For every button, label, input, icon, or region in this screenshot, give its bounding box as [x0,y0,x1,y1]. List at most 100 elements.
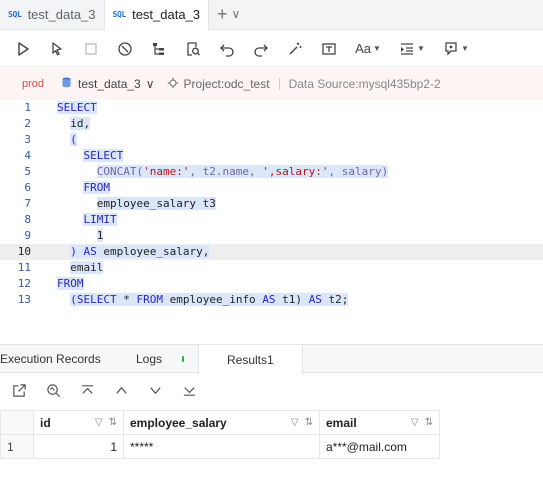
cell-id[interactable]: 1 [33,434,124,459]
cell-employee-salary[interactable]: ***** [123,434,320,459]
sort-icon[interactable]: ⇅ [109,417,117,428]
code-line[interactable]: 8 LIMIT [0,212,543,228]
line-number: 9 [24,229,31,242]
snippet-icon[interactable]: ▼ [438,36,474,62]
filter-icon[interactable]: ▽ [411,417,419,428]
tab-list-chevron-icon[interactable]: ∨ [232,7,241,21]
column-label: email [326,415,357,430]
font-size-icon[interactable]: Aa ▼ [350,36,386,62]
code-line[interactable]: 5 CONCAT('name:', t2.name, ',salary:', sa… [0,164,543,180]
tab-label: Results1 [227,352,274,367]
run-icon[interactable] [10,36,36,62]
editor-tab-bar: SQL test_data_3 SQL test_data_3 + ∨ [0,0,543,30]
table-row[interactable]: 1 1 ***** a***@mail.com [0,434,440,459]
column-label: id [40,415,51,430]
previous-row-icon[interactable] [112,381,130,399]
code-text: email [70,261,104,274]
column-label: employee_salary [130,415,227,430]
sql-editor[interactable]: 1 SELECT 2 id, 3(4 SELECT 5 CONCAT('name:', t2.… [0,100,543,344]
line-number: 6 [24,181,31,194]
tab-test-data-3-active[interactable]: SQL test_data_3 [104,0,210,30]
column-header-employee-salary[interactable]: employee_salary ▽ ⇅ [123,410,320,435]
environment-label: prod [22,78,45,90]
code-line[interactable]: 7 employee_salary t3 [0,196,543,212]
code-line[interactable]: 2 id, [0,116,543,132]
next-row-icon[interactable] [146,381,164,399]
code-line[interactable]: 10 ) AS employee_salary, [0,244,543,260]
sql-file-icon: SQL [112,10,127,19]
first-row-icon[interactable] [78,381,96,399]
last-row-icon[interactable] [180,381,198,399]
code-line[interactable]: 6 FROM [0,180,543,196]
line-number: 2 [24,117,31,130]
dropdown-caret-icon: ▼ [417,44,425,53]
code-text: (SELECT * FROM employee_info AS t1) AS t… [70,293,349,306]
search-results-icon[interactable] [44,381,62,399]
code-line[interactable]: 11 email [0,260,543,276]
plan-icon[interactable] [112,36,138,62]
results-toolbar [0,373,543,407]
filter-icon[interactable]: ▽ [291,417,299,428]
line-number: 4 [24,149,31,162]
line-number: 10 [17,245,31,258]
results-panel: Execution Records Logs Results1 id ▽ ⇅ e… [0,344,543,490]
stop-icon[interactable] [78,36,104,62]
tree-icon[interactable] [146,36,172,62]
code-line[interactable]: 91 [0,228,543,244]
dropdown-caret-icon: ▼ [461,44,469,53]
status-dot [182,355,184,362]
line-number: 1 [24,101,31,114]
sql-file-icon: SQL [8,9,22,19]
search-doc-icon[interactable] [180,36,206,62]
tab-execution-records[interactable]: Execution Records [0,345,136,373]
tab-test-data-3-first[interactable]: SQL test_data_3 [0,0,105,29]
code-line[interactable]: 1 SELECT [0,100,543,116]
results-table: id ▽ ⇅ employee_salary ▽ ⇅ email ▽ ⇅ 1 1… [0,410,440,459]
database-selector[interactable]: test_data_3 ∨ [60,76,155,92]
line-number: 3 [24,133,31,146]
tab-logs[interactable]: Logs [136,345,198,373]
database-name: test_data_3 [78,77,141,91]
add-tab-icon[interactable]: + [217,5,228,23]
code-text: SELECT [57,101,97,114]
indent-icon[interactable]: ▼ [394,36,430,62]
tab-label: Logs [136,351,163,366]
line-number: 12 [17,277,31,290]
wand-icon[interactable] [282,36,308,62]
tab-label: test_data_3 [27,6,96,22]
undo-icon[interactable] [214,36,240,62]
code-line[interactable]: 3( [0,132,543,148]
code-text: employee_salary t3 [96,197,216,210]
code-text: ) AS employee_salary, [70,245,210,258]
format-icon[interactable] [316,36,342,62]
redo-icon[interactable] [248,36,274,62]
run-selection-icon[interactable] [44,36,70,62]
export-icon[interactable] [10,381,28,399]
column-header-email[interactable]: email ▽ ⇅ [319,410,440,435]
code-text: FROM [57,277,84,290]
database-icon [60,76,73,92]
column-header-id[interactable]: id ▽ ⇅ [33,410,124,435]
tab-results1[interactable]: Results1 [198,345,303,374]
sort-icon[interactable]: ⇅ [305,417,313,428]
row-number-cell: 1 [0,434,34,459]
line-number: 7 [24,197,31,210]
code-text: SELECT [83,149,124,162]
code-text: FROM [83,181,110,194]
line-number: 8 [24,213,31,226]
tab-label: Execution Records [0,351,101,366]
project-name: Project:odc_test [183,77,270,91]
cell-email[interactable]: a***@mail.com [319,434,440,459]
line-number: 13 [17,293,31,306]
datasource-name: Data Source:mysql435bp2-2 [288,77,441,91]
code-line[interactable]: 4 SELECT [0,148,543,164]
code-line[interactable]: 12 FROM [0,276,543,292]
editor-toolbar: Aa ▼ ▼ ▼ [0,31,543,67]
sort-icon[interactable]: ⇅ [425,417,433,428]
table-header-row: id ▽ ⇅ employee_salary ▽ ⇅ email ▽ ⇅ [0,410,440,435]
filter-icon[interactable]: ▽ [95,417,103,428]
tab-label: test_data_3 [132,7,201,22]
project-info: Project:odc_test [167,77,270,92]
code-line[interactable]: 13 (SELECT * FROM employee_info AS t1) AS… [0,292,543,308]
code-text: id, [70,117,91,130]
